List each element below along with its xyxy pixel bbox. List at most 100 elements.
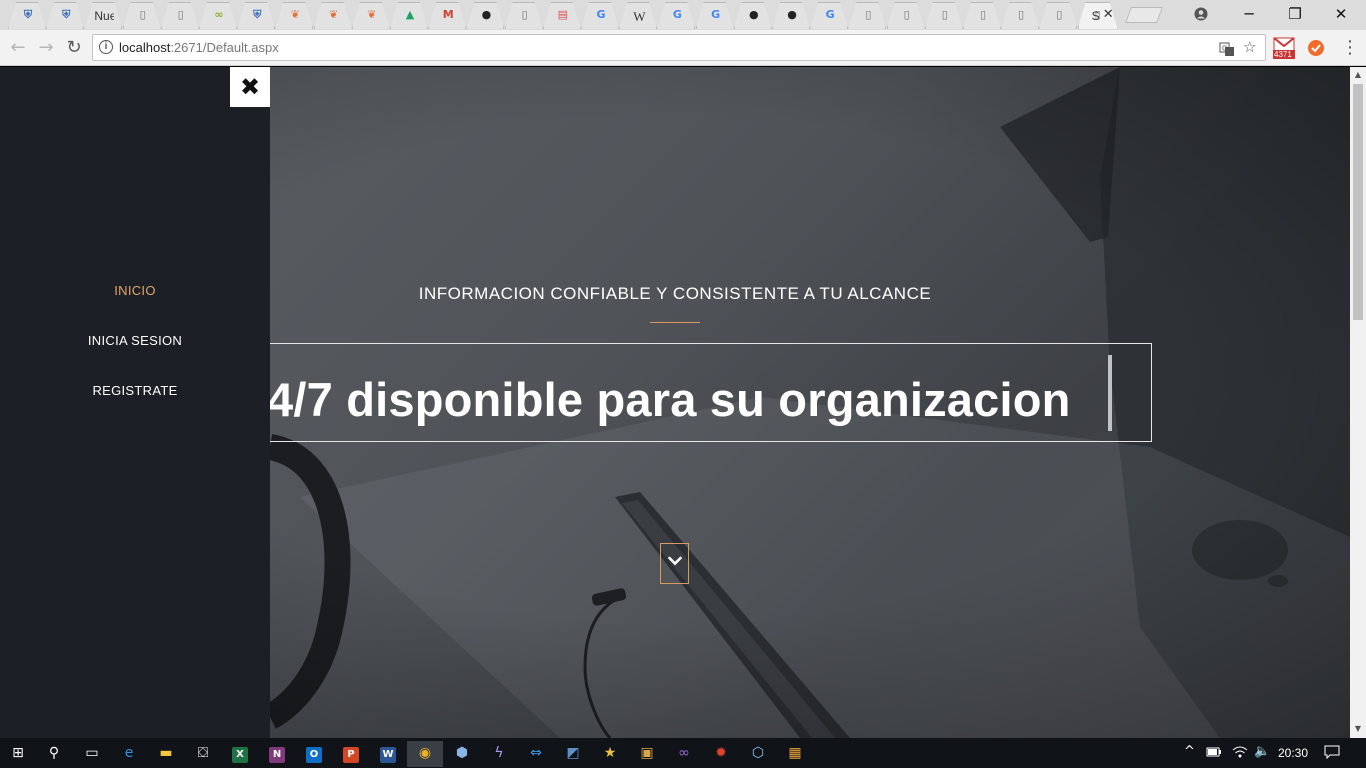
browser-tab[interactable]: ▯ S ✕	[1078, 2, 1118, 29]
visual-studio-icon[interactable]: ∞	[666, 741, 702, 767]
teamviewer-icon[interactable]: ⇔	[518, 741, 554, 767]
scroll-up-arrow-icon[interactable]: ▲	[1350, 70, 1366, 79]
app-letter: W	[380, 747, 396, 763]
restore-button[interactable]: ❐	[1272, 0, 1318, 30]
close-tab-icon[interactable]: ✕	[1103, 7, 1114, 22]
browser-tab[interactable]: ▯	[925, 2, 963, 29]
page-icon: ▯	[1018, 8, 1025, 21]
browser-tab[interactable]: ⛨	[46, 2, 84, 29]
browser-tab[interactable]: ❦	[352, 2, 390, 29]
browser-tab[interactable]: G	[657, 2, 695, 29]
battery-icon[interactable]	[1206, 744, 1222, 762]
excel-icon[interactable]: X	[222, 741, 258, 767]
shield-icon: ⛨	[253, 8, 262, 21]
nav-link-inicia-sesion[interactable]: INICIA SESION	[0, 333, 270, 348]
taskbar-clock[interactable]: 20:30	[1278, 746, 1308, 760]
star-app-icon[interactable]: ★	[592, 741, 628, 767]
browser-tab[interactable]: ●	[466, 2, 504, 29]
page-scrollbar[interactable]: ▲ ▼	[1350, 67, 1366, 738]
browser-tab[interactable]: Nue	[84, 2, 122, 29]
browser-tab[interactable]: ❦	[314, 2, 352, 29]
browser-tab[interactable]: ▯	[963, 2, 1001, 29]
outlook-icon[interactable]: O	[296, 741, 332, 767]
page-icon: ▯	[903, 8, 910, 21]
scroll-down-button[interactable]	[660, 543, 689, 584]
hero-headline: 4/7 disponible para su organizacion	[267, 373, 1071, 426]
browser-tab[interactable]: ▤	[543, 2, 581, 29]
bookmark-star-icon[interactable]: ☆	[1243, 38, 1256, 56]
gmail-extension-icon[interactable]: 4371	[1273, 37, 1295, 59]
chrome-icon[interactable]: ◉	[407, 741, 443, 767]
tab-title: W	[633, 9, 646, 24]
close-menu-button[interactable]: ✖	[230, 67, 270, 107]
show-hidden-icons-icon[interactable]: ^	[1184, 744, 1195, 759]
tiles-icon[interactable]: ▦	[777, 741, 813, 767]
chain-icon: ∞	[214, 8, 224, 21]
browser-tab[interactable]: G	[696, 2, 734, 29]
task-view-icon[interactable]: ▭	[74, 741, 110, 767]
browser-tab[interactable]: G	[581, 2, 619, 29]
page-icon: ▯	[521, 8, 528, 21]
browser-tab[interactable]: ▯	[123, 2, 161, 29]
browser-tab[interactable]: ●	[772, 2, 810, 29]
browser-tab[interactable]: G	[810, 2, 848, 29]
site-info-icon[interactable]: i	[99, 40, 113, 54]
browser-tab[interactable]: ∞	[199, 2, 237, 29]
settings-gear-icon[interactable]: ✹	[703, 741, 739, 767]
profile-icon[interactable]	[1178, 0, 1224, 30]
edge-icon[interactable]: e	[111, 741, 147, 767]
nav-link-registrate[interactable]: REGISTRATE	[0, 383, 270, 398]
scrollbar-thumb[interactable]	[1353, 84, 1363, 320]
google-icon: G	[672, 8, 682, 21]
reload-button[interactable]: ↻	[62, 36, 86, 60]
browser-tab[interactable]: ▯	[848, 2, 886, 29]
browser-tab[interactable]: W	[619, 2, 657, 29]
browser-tab[interactable]: ▯	[505, 2, 543, 29]
typing-cursor	[1108, 355, 1112, 431]
browser-tab[interactable]: ▯	[161, 2, 199, 29]
github-icon: ●	[481, 8, 492, 21]
browser-tab[interactable]: ▲	[390, 2, 428, 29]
url-text[interactable]: localhost:2671/Default.aspx	[119, 40, 279, 55]
virtualbox-icon[interactable]: ⬢	[444, 741, 480, 767]
powerpoint-icon[interactable]: P	[333, 741, 369, 767]
onenote-icon[interactable]: N	[259, 741, 295, 767]
store-icon[interactable]: ⛋	[185, 741, 221, 767]
app-icon[interactable]: ϟ	[481, 741, 517, 767]
browser-tab[interactable]: ▯	[1001, 2, 1039, 29]
scroll-down-arrow-icon[interactable]: ▼	[1350, 724, 1366, 733]
github-icon: ●	[787, 8, 797, 21]
close-icon: ✖	[239, 73, 261, 101]
media-icon[interactable]: ▣	[629, 741, 665, 767]
new-tab-button[interactable]	[1125, 7, 1163, 23]
forward-button[interactable]: →	[34, 36, 58, 60]
browser-tab[interactable]: ❦	[275, 2, 313, 29]
browser-tab[interactable]: ⛨	[8, 2, 46, 29]
app-letter: P	[343, 747, 359, 763]
sql-icon[interactable]: ◩	[555, 741, 591, 767]
browser-tab[interactable]: ▯	[1039, 2, 1077, 29]
browser-tab[interactable]: ⛨	[237, 2, 275, 29]
word-icon[interactable]: W	[370, 741, 406, 767]
browser-tab[interactable]: M	[428, 2, 466, 29]
search-icon[interactable]: ⚲	[36, 741, 72, 767]
browser-tab[interactable]: ●	[734, 2, 772, 29]
file-explorer-icon[interactable]: ▬	[148, 741, 184, 767]
volume-icon[interactable]: 🔈	[1254, 744, 1270, 759]
action-center-icon[interactable]	[1324, 744, 1340, 764]
headline-frame: 4/7 disponible para su organizacion	[230, 343, 1152, 442]
minimize-button[interactable]: ─	[1226, 0, 1272, 30]
nav-link-label: INICIO	[114, 283, 156, 298]
browser-tab[interactable]: ▯	[887, 2, 925, 29]
translate-icon[interactable]: G	[1219, 38, 1235, 61]
menu-kebab-icon[interactable]: ⋮	[1338, 36, 1362, 60]
back-button[interactable]: ←	[6, 36, 30, 60]
todoist-extension-icon[interactable]	[1307, 37, 1325, 59]
nav-link-inicio[interactable]: INICIO	[0, 283, 270, 298]
address-bar[interactable]: i localhost:2671/Default.aspx G ☆	[92, 34, 1266, 61]
start-icon[interactable]: ⊞	[0, 741, 36, 767]
cube-icon[interactable]: ⬡	[740, 741, 776, 767]
close-window-button[interactable]: ✕	[1318, 0, 1364, 30]
app-letter: X	[232, 747, 248, 763]
wifi-icon[interactable]	[1232, 744, 1248, 763]
